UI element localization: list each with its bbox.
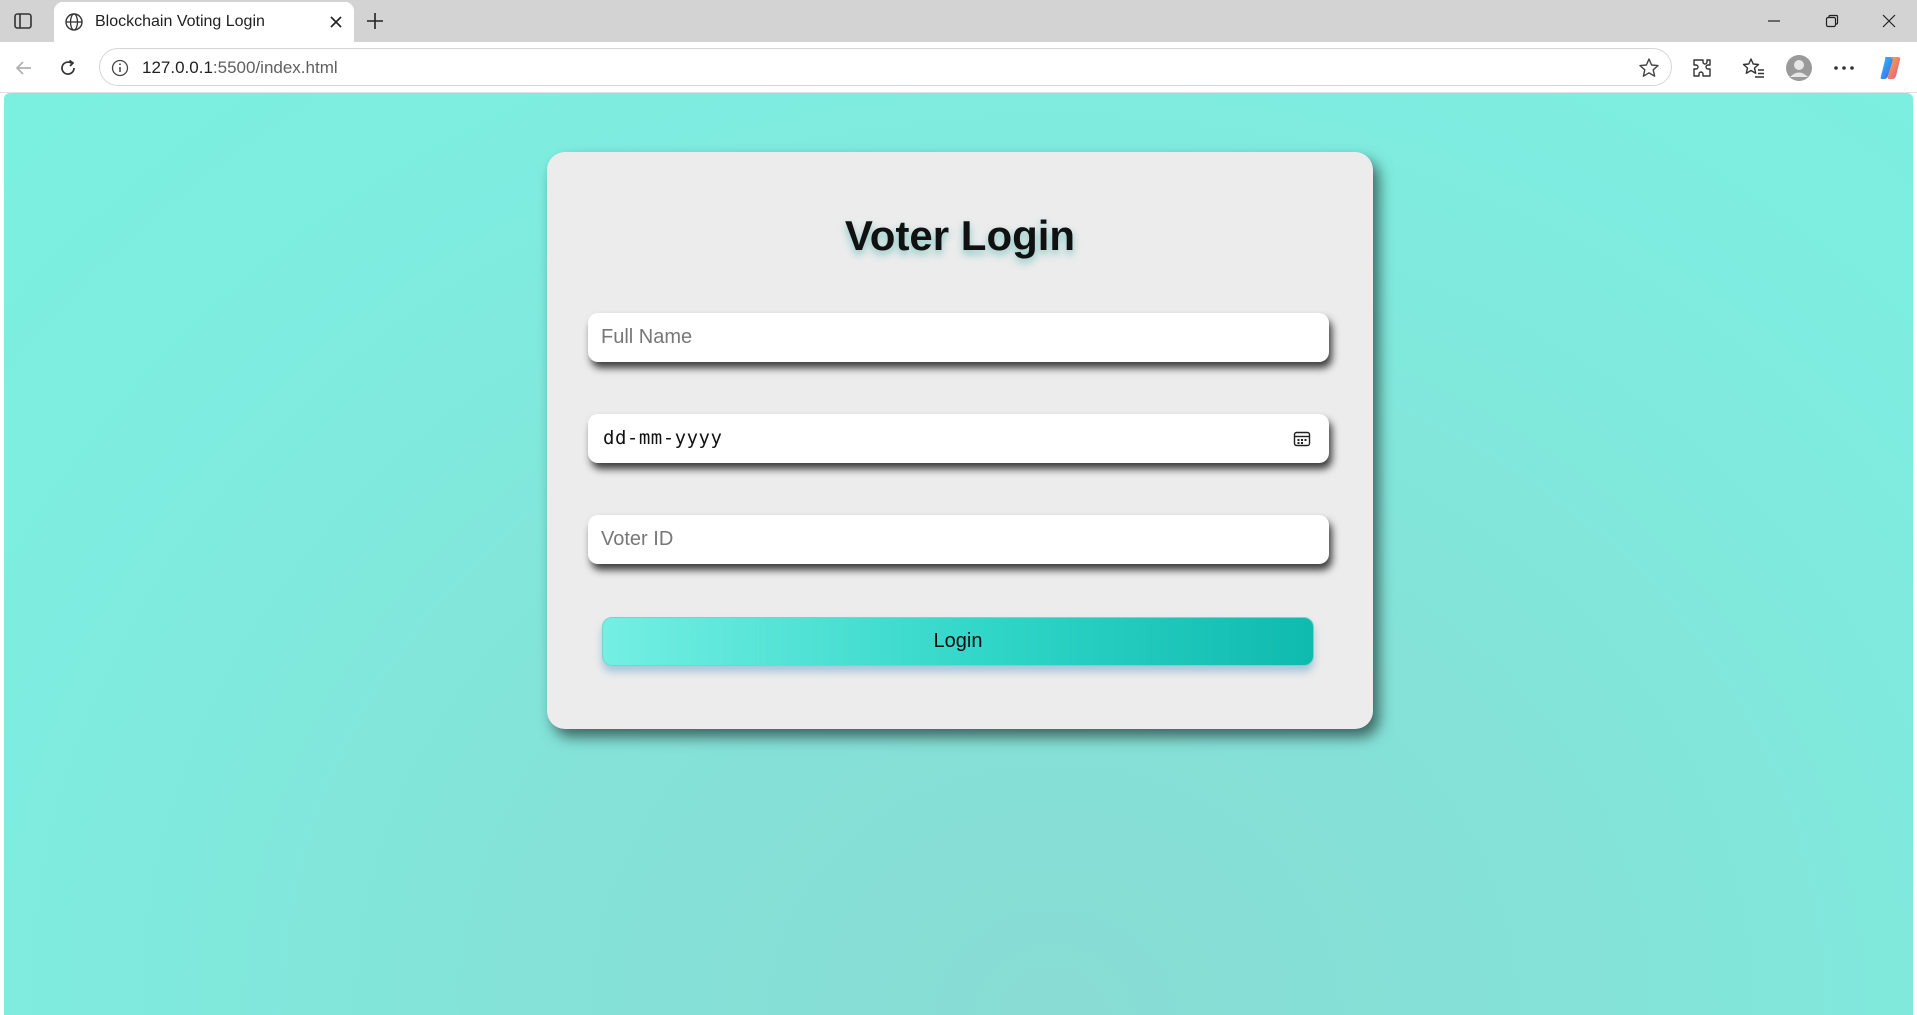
back-icon[interactable]	[8, 52, 40, 84]
url-host: 127.0.0.1	[142, 58, 213, 77]
login-card: Voter Login dd-mm-yyyy Login	[547, 152, 1373, 729]
extensions-icon[interactable]	[1687, 53, 1717, 83]
date-value: dd-mm-yyyy	[603, 427, 723, 449]
url-text: 127.0.0.1:5500/index.html	[142, 58, 338, 78]
browser-toolbar: 127.0.0.1:5500/index.html	[0, 42, 1917, 93]
copilot-icon[interactable]	[1876, 53, 1906, 83]
login-button[interactable]: Login	[602, 617, 1314, 666]
reload-icon[interactable]	[52, 52, 84, 84]
favorites-icon[interactable]	[1739, 53, 1769, 83]
voter-id-input[interactable]	[588, 515, 1329, 564]
date-of-birth-input[interactable]: dd-mm-yyyy	[588, 414, 1329, 463]
calendar-icon[interactable]	[1291, 428, 1313, 450]
star-icon[interactable]	[1637, 56, 1661, 80]
url-path: :5500/index.html	[212, 58, 338, 77]
minimize-icon[interactable]	[1746, 6, 1802, 36]
page-viewport: Voter Login dd-mm-yyyy Login	[4, 93, 1913, 1015]
restore-icon[interactable]	[1804, 6, 1860, 36]
info-icon[interactable]	[110, 58, 130, 78]
active-tab[interactable]: Blockchain Voting Login	[54, 2, 354, 42]
tab-strip: Blockchain Voting Login	[0, 0, 1917, 42]
page-title: Voter Login	[844, 212, 1076, 259]
more-icon[interactable]	[1829, 53, 1859, 83]
address-bar[interactable]: 127.0.0.1:5500/index.html	[99, 48, 1672, 86]
plus-icon[interactable]	[362, 8, 388, 34]
globe-icon	[64, 12, 84, 32]
close-icon[interactable]	[324, 10, 348, 34]
profile-icon[interactable]	[1784, 53, 1814, 83]
tab-title: Blockchain Voting Login	[95, 13, 265, 30]
sidebar-toggle-icon[interactable]	[10, 8, 36, 34]
window-close-icon[interactable]	[1861, 6, 1917, 36]
full-name-input[interactable]	[588, 313, 1329, 362]
